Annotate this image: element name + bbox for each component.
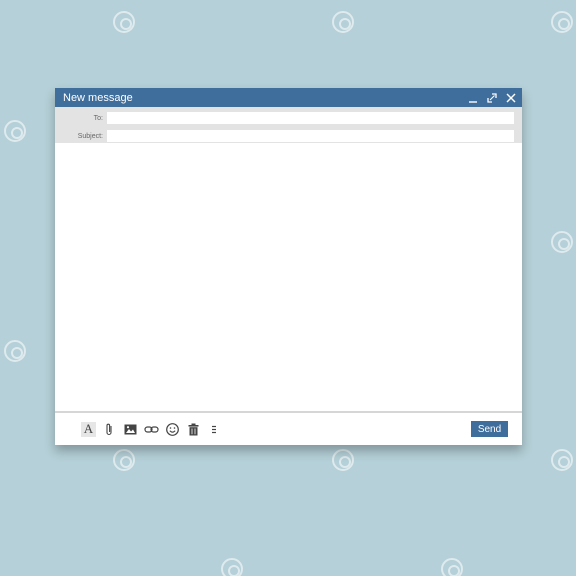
to-row: To: xyxy=(63,111,514,125)
watermark-icon xyxy=(4,340,26,362)
to-field[interactable] xyxy=(107,112,514,124)
image-icon[interactable] xyxy=(123,422,138,437)
maximize-icon[interactable] xyxy=(487,92,497,103)
subject-label: Subject: xyxy=(77,132,103,140)
format-text-icon[interactable]: A xyxy=(81,421,96,437)
link-icon[interactable] xyxy=(144,422,159,437)
trash-icon[interactable] xyxy=(186,422,201,437)
emoji-icon[interactable] xyxy=(165,422,180,437)
close-icon[interactable] xyxy=(506,93,516,103)
watermark-icon xyxy=(113,11,135,33)
attachment-icon[interactable] xyxy=(102,422,117,437)
window-title: New message xyxy=(63,91,133,104)
compose-window: New message To: Subject: A Send xyxy=(55,88,522,445)
watermark-icon xyxy=(221,558,243,576)
subject-row: Subject: xyxy=(63,129,514,143)
title-bar: New message xyxy=(55,88,522,107)
watermark-icon xyxy=(113,449,135,471)
message-header: To: Subject: xyxy=(55,107,522,143)
to-label: To: xyxy=(93,114,103,122)
message-body[interactable] xyxy=(55,144,522,409)
watermark-icon xyxy=(332,11,354,33)
more-options-icon[interactable] xyxy=(207,422,222,437)
watermark-icon xyxy=(551,231,573,253)
watermark-icon xyxy=(441,558,463,576)
subject-field[interactable] xyxy=(107,130,514,142)
formatting-tools: A xyxy=(81,421,471,437)
watermark-icon xyxy=(332,449,354,471)
window-controls xyxy=(468,92,516,103)
minimize-icon[interactable] xyxy=(468,93,478,103)
compose-toolbar: A Send xyxy=(55,411,522,445)
watermark-icon xyxy=(4,120,26,142)
send-button[interactable]: Send xyxy=(471,421,508,437)
watermark-icon xyxy=(551,11,573,33)
watermark-icon xyxy=(551,449,573,471)
